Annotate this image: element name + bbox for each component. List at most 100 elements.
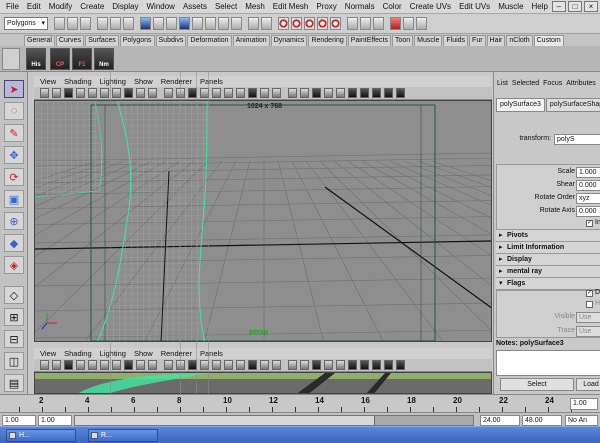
shelf-tab-toon[interactable]: Toon: [391, 35, 414, 46]
ipr-render-icon[interactable]: [403, 17, 414, 30]
panel-tool-icon[interactable]: [236, 88, 245, 98]
ae-select-button[interactable]: Select: [500, 378, 574, 391]
playback-end-field[interactable]: 24.00: [480, 415, 520, 426]
ae-transform-name-field[interactable]: polyS: [554, 134, 600, 145]
panel-tool-icon[interactable]: [164, 88, 173, 98]
ae-shear-field[interactable]: 0.000: [576, 180, 600, 191]
panel-tool-icon[interactable]: [248, 360, 257, 370]
shelf-tab-polygons[interactable]: Polygons: [119, 35, 155, 46]
select-rendering-icon[interactable]: [218, 17, 229, 30]
ae-trace-dropdown[interactable]: Use: [576, 326, 600, 337]
ae-section-pivots[interactable]: ▸ Pivots: [496, 230, 600, 242]
panel-tool-icon[interactable]: [76, 88, 85, 98]
current-time-field[interactable]: 1.00: [570, 398, 598, 410]
panel-tool-icon[interactable]: [372, 88, 381, 98]
menu-normals[interactable]: Normals: [345, 0, 375, 14]
panel-tool-icon[interactable]: [360, 88, 369, 98]
ae-menu-attributes[interactable]: Attributes: [566, 80, 596, 92]
panel-tool-icon[interactable]: [100, 360, 109, 370]
panel-tool-icon[interactable]: [224, 360, 233, 370]
shelf-tab-hair[interactable]: Hair: [486, 35, 506, 46]
panel-tool-icon[interactable]: [164, 360, 173, 370]
shelf-tab-subdivs[interactable]: Subdivs: [155, 35, 187, 46]
panel-tool-icon[interactable]: [348, 88, 357, 98]
persp-graph-layout-icon[interactable]: ◫: [4, 352, 24, 370]
panel-menu-panels[interactable]: Panels: [200, 76, 223, 87]
ae-tab-polysurface3[interactable]: polySurface3: [496, 98, 545, 112]
panel-tool-icon[interactable]: [248, 88, 257, 98]
panel-tool-icon[interactable]: [136, 88, 145, 98]
select-joints-icon[interactable]: [153, 17, 164, 30]
menu-edit-uvs[interactable]: Edit UVs: [459, 0, 490, 14]
panel-tool-icon[interactable]: [372, 360, 381, 370]
hypershade-layout-icon[interactable]: ▤: [4, 374, 24, 392]
panel-tool-icon[interactable]: [336, 360, 345, 370]
select-object-icon[interactable]: [110, 17, 121, 30]
open-scene-icon[interactable]: [67, 17, 78, 30]
lower-panel-menu-show[interactable]: Show: [134, 348, 153, 359]
panel-tool-icon[interactable]: [224, 88, 233, 98]
panel-tool-icon[interactable]: [288, 360, 297, 370]
panel-tool-icon[interactable]: [348, 360, 357, 370]
time-slider[interactable]: 2 4 6 8 10 12 14 16 18 20 22 24 1.00: [0, 394, 600, 412]
select-curves-icon[interactable]: [166, 17, 177, 30]
time-ruler[interactable]: 2 4 6 8 10 12 14 16 18 20 22 24: [19, 395, 572, 413]
new-scene-icon[interactable]: [54, 17, 65, 30]
ae-visible-dropdown[interactable]: Use: [576, 312, 600, 323]
snap-point-icon[interactable]: [304, 17, 315, 30]
shelf-tab-painteffects[interactable]: PaintEffects: [347, 35, 391, 46]
menu-proxy[interactable]: Proxy: [316, 0, 336, 14]
range-handle[interactable]: [75, 416, 375, 425]
lower-panel-menu-lighting[interactable]: Lighting: [100, 348, 126, 359]
panel-tool-icon[interactable]: [300, 88, 309, 98]
ae-inherits-transform-checkbox[interactable]: ✓: [586, 220, 593, 227]
select-misc-icon[interactable]: [231, 17, 242, 30]
shelf-tab-curves[interactable]: Curves: [55, 35, 85, 46]
panel-tool-icon[interactable]: [212, 88, 221, 98]
construction-history-icon[interactable]: [373, 17, 384, 30]
perspective-viewport[interactable]: 1024 x 768 persp: [34, 100, 492, 342]
shelf-tab-surfaces[interactable]: Surfaces: [85, 35, 119, 46]
panel-tool-icon[interactable]: [260, 360, 269, 370]
panel-tool-icon[interactable]: [288, 88, 297, 98]
panel-tool-icon[interactable]: [300, 360, 309, 370]
render-frame-icon[interactable]: [390, 17, 401, 30]
panel-tool-icon[interactable]: [324, 360, 333, 370]
panel-tool-icon[interactable]: [76, 360, 85, 370]
select-tool-icon[interactable]: ➤: [4, 80, 24, 98]
panel-tool-icon[interactable]: [236, 360, 245, 370]
panel-tool-icon[interactable]: [272, 360, 281, 370]
shelf-button-his[interactable]: His: [26, 48, 46, 70]
panel-menu-shading[interactable]: Shading: [64, 76, 92, 87]
shelf-tab-custom[interactable]: Custom: [533, 35, 564, 46]
shelf-tab-fur[interactable]: Fur: [469, 35, 486, 46]
close-icon[interactable]: ×: [584, 1, 598, 12]
last-tool-icon[interactable]: ◆: [4, 234, 24, 252]
render-settings-icon[interactable]: [416, 17, 427, 30]
panel-tool-icon[interactable]: [324, 88, 333, 98]
panel-menu-show[interactable]: Show: [134, 76, 153, 87]
shelf-tab-muscle[interactable]: Muscle: [414, 35, 443, 46]
panel-tool-icon[interactable]: [384, 360, 393, 370]
ae-menu-selected[interactable]: Selected: [512, 80, 539, 92]
show-manipulator-icon[interactable]: ⊕: [4, 212, 24, 230]
single-perspective-layout-icon[interactable]: ◇: [4, 286, 24, 304]
panel-tool-icon[interactable]: [40, 88, 49, 98]
menu-mesh[interactable]: Mesh: [245, 0, 265, 14]
playback-start-field[interactable]: 1.00: [38, 415, 72, 426]
animation-start-field[interactable]: 1.00: [2, 415, 36, 426]
menu-create[interactable]: Create: [80, 0, 104, 14]
panel-menu-renderer[interactable]: Renderer: [161, 76, 192, 87]
ae-section-flags[interactable]: ▾ Flags: [496, 278, 600, 290]
panel-tool-icon[interactable]: [148, 88, 157, 98]
maximize-icon[interactable]: □: [568, 1, 582, 12]
ae-rotate-axis-field[interactable]: 0.000: [576, 206, 600, 217]
panel-tool-icon[interactable]: [112, 88, 121, 98]
taskbar-item-1[interactable]: H...: [6, 429, 76, 442]
rotate-tool-icon[interactable]: ⟳: [4, 168, 24, 186]
select-handles-icon[interactable]: [140, 17, 151, 30]
panel-tool-icon[interactable]: [88, 88, 97, 98]
select-surfaces-icon[interactable]: [179, 17, 190, 30]
menu-help[interactable]: Help: [532, 0, 548, 14]
history-output-icon[interactable]: [360, 17, 371, 30]
